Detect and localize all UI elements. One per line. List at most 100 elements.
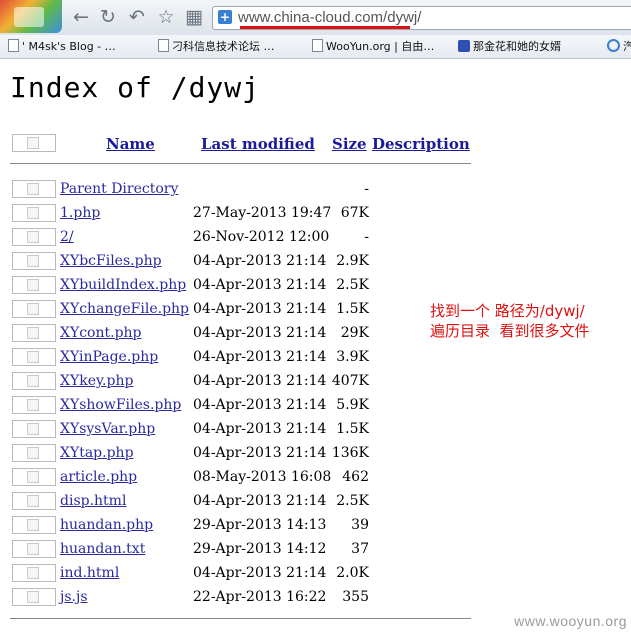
file-name-link[interactable]: XYchangeFile.php bbox=[60, 300, 189, 318]
file-icon[interactable] bbox=[12, 372, 56, 390]
address-text[interactable]: www.china-cloud.com/dywj/ bbox=[238, 8, 421, 28]
page-icon bbox=[312, 39, 323, 52]
file-size: 2.5K bbox=[336, 277, 369, 293]
refresh-icon[interactable]: ↻ bbox=[97, 6, 119, 28]
column-size-link[interactable]: Size bbox=[332, 135, 367, 153]
page-title: Index of /dywj bbox=[10, 71, 261, 104]
file-size: 1.5K bbox=[336, 421, 369, 437]
paw-icon bbox=[458, 40, 470, 52]
file-name-link[interactable]: article.php bbox=[60, 468, 137, 486]
file-size: 67K bbox=[340, 205, 369, 221]
file-icon[interactable] bbox=[12, 588, 56, 606]
file-modified: 22-Apr-2013 16:22 bbox=[193, 589, 327, 605]
file-size: - bbox=[364, 181, 369, 197]
file-modified: 08-May-2013 16:08 bbox=[193, 469, 332, 485]
file-size: 3.9K bbox=[336, 349, 369, 365]
file-modified: 04-Apr-2013 21:14 bbox=[193, 397, 327, 413]
file-size: - bbox=[364, 229, 369, 245]
file-modified: 04-Apr-2013 21:14 bbox=[193, 301, 327, 317]
file-modified: 04-Apr-2013 21:14 bbox=[193, 277, 327, 293]
file-name-link[interactable]: huandan.php bbox=[60, 516, 153, 534]
undo-icon[interactable]: ↶ bbox=[126, 6, 148, 28]
file-modified: 04-Apr-2013 21:14 bbox=[193, 565, 327, 581]
file-size: 2.9K bbox=[336, 253, 369, 269]
file-name-link[interactable]: XYtap.php bbox=[60, 444, 134, 462]
favorite-star-icon[interactable]: ☆ bbox=[155, 6, 177, 28]
file-icon[interactable] bbox=[12, 252, 56, 270]
file-name-link[interactable]: XYinPage.php bbox=[60, 348, 158, 366]
file-icon[interactable] bbox=[12, 420, 56, 438]
file-size: 407K bbox=[331, 373, 369, 389]
browser-toolbar: ← ↻ ↶ ☆ ▦ + www.china-cloud.com/dywj/ bbox=[0, 0, 631, 35]
file-icon[interactable] bbox=[12, 396, 56, 414]
file-size: 355 bbox=[342, 589, 369, 605]
page-icon bbox=[158, 39, 169, 52]
file-icon[interactable] bbox=[12, 540, 56, 558]
file-size: 29K bbox=[340, 325, 369, 341]
bookmark-item[interactable]: ' M4sk's Blog - … bbox=[8, 35, 116, 58]
file-icon[interactable] bbox=[12, 300, 56, 318]
file-size: 37 bbox=[351, 541, 369, 557]
browser-logo-icon[interactable] bbox=[0, 0, 62, 33]
file-name-link[interactable]: XYkey.php bbox=[60, 372, 133, 390]
file-icon[interactable] bbox=[12, 516, 56, 534]
file-icon[interactable] bbox=[12, 492, 56, 510]
file-name-link[interactable]: Parent Directory bbox=[60, 180, 178, 198]
file-modified: 04-Apr-2013 21:14 bbox=[193, 349, 327, 365]
file-modified: 26-Nov-2012 12:00 bbox=[193, 229, 330, 245]
file-modified: 29-Apr-2013 14:12 bbox=[193, 541, 327, 557]
file-modified: 04-Apr-2013 21:14 bbox=[193, 421, 327, 437]
bookmark-item[interactable]: 刁科信息技术论坛 … bbox=[158, 35, 275, 58]
back-arrow-icon[interactable]: ← bbox=[70, 6, 92, 28]
file-name-link[interactable]: huandan.txt bbox=[60, 540, 145, 558]
bookmarks-bar: ' M4sk's Blog - … 刁科信息技术论坛 … WooYun.org … bbox=[0, 35, 631, 59]
site-security-icon: + bbox=[218, 10, 232, 24]
file-name-link[interactable]: ind.html bbox=[60, 564, 119, 582]
file-size: 5.9K bbox=[336, 397, 369, 413]
file-icon[interactable] bbox=[12, 276, 56, 294]
file-name-link[interactable]: 2/ bbox=[60, 228, 74, 246]
file-name-link[interactable]: XYshowFiles.php bbox=[60, 396, 181, 414]
file-icon[interactable] bbox=[12, 348, 56, 366]
column-last-modified-link[interactable]: Last modified bbox=[201, 135, 315, 153]
grid-apps-icon[interactable]: ▦ bbox=[183, 6, 205, 28]
file-icon[interactable] bbox=[12, 228, 56, 246]
file-name-link[interactable]: XYsysVar.php bbox=[60, 420, 155, 438]
blank-header-icon bbox=[12, 134, 56, 152]
footer-divider bbox=[10, 618, 471, 619]
bookmark-item[interactable]: WooYun.org | 自由… bbox=[312, 35, 434, 58]
file-size: 1.5K bbox=[336, 301, 369, 317]
file-size: 2.5K bbox=[336, 493, 369, 509]
file-icon[interactable] bbox=[12, 468, 56, 486]
file-modified: 04-Apr-2013 21:14 bbox=[193, 493, 327, 509]
file-size: 136K bbox=[331, 445, 369, 461]
column-name-link[interactable]: Name bbox=[106, 135, 155, 153]
file-icon[interactable] bbox=[12, 444, 56, 462]
file-icon[interactable] bbox=[12, 564, 56, 582]
file-name-link[interactable]: js.js bbox=[60, 588, 88, 606]
file-name-link[interactable]: 1.php bbox=[60, 204, 100, 222]
file-name-link[interactable]: XYbcFiles.php bbox=[60, 252, 162, 270]
file-modified: 29-Apr-2013 14:13 bbox=[193, 517, 327, 533]
file-size: 39 bbox=[351, 517, 369, 533]
file-modified: 04-Apr-2013 21:14 bbox=[193, 445, 327, 461]
file-name-link[interactable]: XYcont.php bbox=[60, 324, 142, 342]
parent-directory-icon[interactable] bbox=[12, 180, 56, 198]
header-divider bbox=[10, 163, 471, 164]
file-size: 2.0K bbox=[336, 565, 369, 581]
file-icon[interactable] bbox=[12, 204, 56, 222]
red-annotation: 找到一个 路径为/dywj/ 遍历目录 看到很多文件 bbox=[430, 302, 590, 340]
file-modified: 04-Apr-2013 21:14 bbox=[193, 253, 327, 269]
bookmark-item[interactable]: 汽 bbox=[607, 35, 631, 58]
bookmark-item[interactable]: 那金花和她的女婿 bbox=[458, 35, 561, 58]
file-name-link[interactable]: XYbuildIndex.php bbox=[60, 276, 186, 294]
page-icon bbox=[8, 39, 19, 52]
file-modified: 04-Apr-2013 21:14 bbox=[193, 373, 327, 389]
file-name-link[interactable]: disp.html bbox=[60, 492, 126, 510]
file-icon[interactable] bbox=[12, 324, 56, 342]
url-red-underline bbox=[240, 26, 410, 29]
file-modified: 04-Apr-2013 21:14 bbox=[193, 325, 327, 341]
file-modified: 27-May-2013 19:47 bbox=[193, 205, 332, 221]
ring-icon bbox=[607, 39, 620, 52]
column-description-link[interactable]: Description bbox=[372, 135, 470, 153]
